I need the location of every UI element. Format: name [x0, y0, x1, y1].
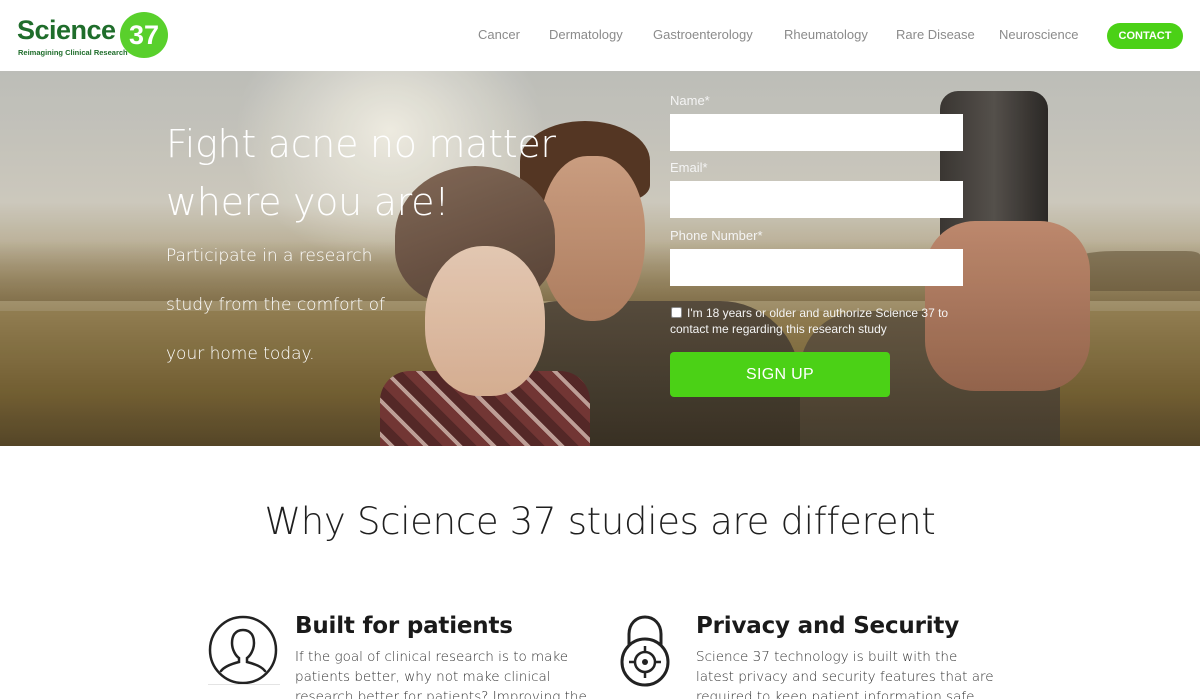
- phone-label: Phone Number*: [670, 228, 763, 243]
- feature-text: Science 37 technology is built with the …: [696, 649, 994, 699]
- nav-item-dermatology[interactable]: Dermatology: [549, 27, 623, 42]
- nav-item-rare-disease[interactable]: Rare Disease: [896, 27, 975, 42]
- email-field[interactable]: [670, 181, 963, 218]
- hero-title: Fight acne no matter where you are!: [166, 122, 556, 224]
- nav-item-cancer[interactable]: Cancer: [478, 27, 520, 42]
- email-label: Email*: [670, 160, 708, 175]
- user-icon: [207, 614, 279, 691]
- section-title: Why Science 37 studies are different: [264, 500, 936, 543]
- nav-item-rheumatology[interactable]: Rheumatology: [784, 27, 868, 42]
- nav-item-neuroscience[interactable]: Neuroscience: [999, 27, 1079, 42]
- hero-section: Fight acne no matter where you are! Part…: [0, 71, 1200, 446]
- sign-up-button[interactable]: SIGN UP: [670, 352, 890, 397]
- divider: [208, 684, 280, 685]
- name-label: Name*: [670, 93, 710, 108]
- main-nav: Cancer Dermatology Gastroenterology Rheu…: [0, 0, 1200, 71]
- nav-item-gastroenterology[interactable]: Gastroenterology: [653, 27, 753, 42]
- feature-text: If the goal of clinical research is to m…: [295, 649, 587, 699]
- contact-button[interactable]: CONTACT: [1107, 23, 1183, 49]
- site-header: Science 37 Reimagining Clinical Research…: [0, 0, 1200, 71]
- consent-text: I'm 18 years or older and authorize Scie…: [670, 306, 949, 336]
- hero-subtitle: Participate in a research study from the…: [166, 246, 385, 364]
- name-field[interactable]: [670, 114, 963, 151]
- feature-title: Privacy and Security: [696, 613, 959, 639]
- feature-title: Built for patients: [295, 613, 513, 639]
- padlock-icon: [617, 612, 673, 697]
- phone-field[interactable]: [670, 249, 963, 286]
